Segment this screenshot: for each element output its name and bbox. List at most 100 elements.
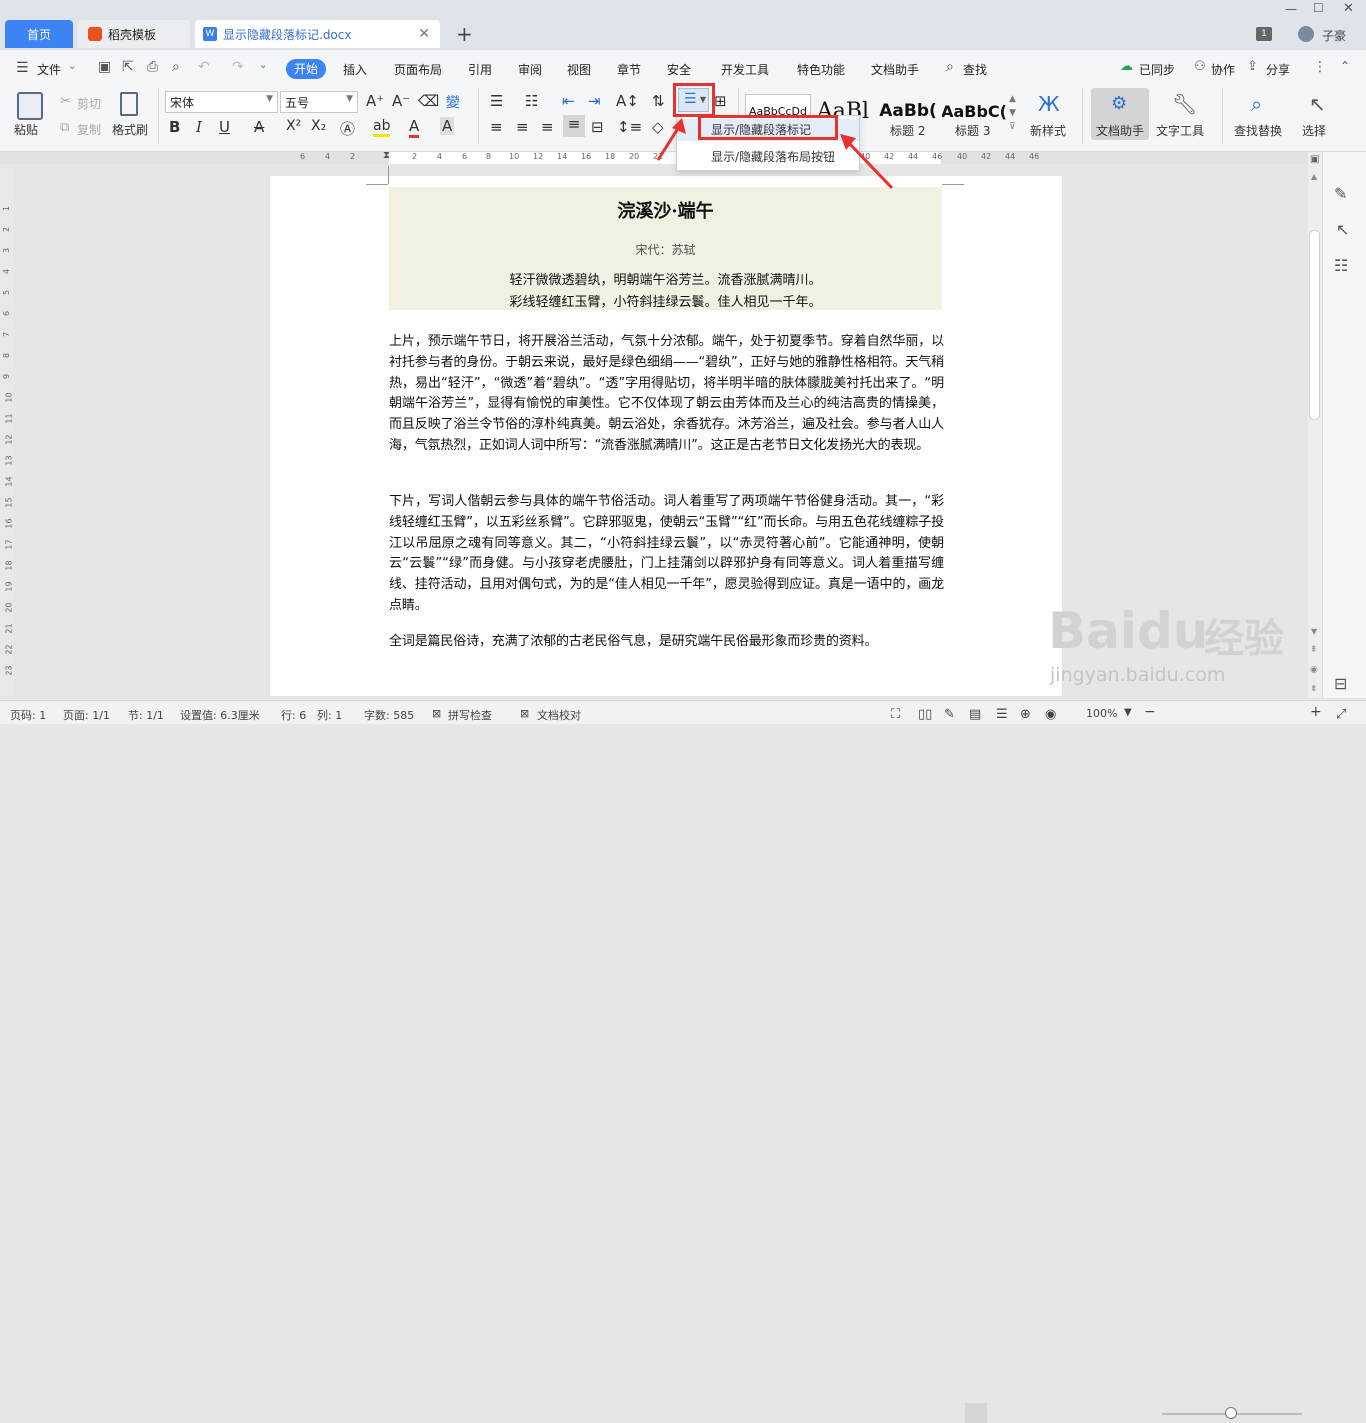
bullet-list-icon[interactable]: ☰ [490, 92, 503, 110]
user-name[interactable]: 子豪 [1322, 27, 1346, 44]
export-icon[interactable]: ⇱ [122, 59, 134, 75]
fit-window-icon[interactable]: ⤢ [1336, 707, 1346, 722]
menu-start[interactable]: 开始 [286, 59, 326, 79]
copy-button[interactable]: 复制 [77, 121, 101, 138]
fullscreen-icon[interactable]: ⛶ [891, 707, 900, 722]
cut-icon[interactable]: ✂ [60, 94, 71, 109]
save-icon[interactable]: ▣ [98, 59, 111, 75]
new-tab-button[interactable]: + [456, 22, 473, 46]
close-tab-icon[interactable]: ✕ [418, 26, 430, 42]
search-icon[interactable]: ⌕ [946, 59, 954, 75]
align-center-icon[interactable]: ≡ [516, 118, 529, 136]
spell-check-icon[interactable]: ⊠ [432, 707, 441, 720]
settings-sliders-icon[interactable]: ☷ [1334, 256, 1348, 275]
shrink-font-icon[interactable]: A⁻ [392, 92, 410, 110]
indent-marker[interactable]: ⧗ [383, 150, 390, 161]
undo-icon[interactable]: ↶ [198, 59, 210, 75]
zoom-in-icon[interactable]: + [1310, 704, 1322, 720]
grow-font-icon[interactable]: A⁺ [366, 92, 384, 110]
wrench-icon[interactable]: 🔧︎ [1172, 92, 1197, 116]
tab-document[interactable]: W 显示隐藏段落标记.docx ✕ [195, 20, 440, 48]
menu-search[interactable]: 查找 [963, 61, 987, 78]
minimize-icon[interactable]: — [1285, 2, 1297, 16]
web-view-icon[interactable]: ⊕ [1020, 707, 1031, 722]
subscript-icon[interactable]: X₂ [311, 118, 326, 134]
menu-page-layout[interactable]: 页面布局 [394, 61, 442, 78]
next-page-icon[interactable]: ⇟ [1310, 684, 1318, 694]
menu-file[interactable]: 文件 [37, 61, 61, 78]
menu-reference[interactable]: 引用 [468, 61, 492, 78]
select-button[interactable]: 选择 [1302, 122, 1326, 139]
prev-page-icon[interactable]: ⇞ [1310, 645, 1318, 655]
quick-access-more-icon[interactable]: ⌄ [259, 60, 267, 71]
underline-icon[interactable]: U [219, 118, 230, 136]
tab-home[interactable]: 首页 [5, 20, 73, 48]
cursor-select-icon[interactable]: ↖ [1336, 220, 1349, 239]
proofread-button[interactable]: 文档校对 [537, 707, 581, 723]
find-replace-icon[interactable]: ⌕ [1251, 92, 1262, 116]
select-cursor-icon[interactable]: ↖ [1309, 92, 1326, 116]
superscript-icon[interactable]: X² [286, 118, 301, 134]
status-word-count[interactable]: 字数: 585 [364, 707, 414, 723]
scroll-up-icon[interactable]: ▲ [1311, 172, 1317, 181]
paste-icon[interactable] [17, 92, 43, 120]
status-setting[interactable]: 设置值: 6.3厘米 [180, 707, 260, 723]
zoom-slider-handle[interactable] [1225, 1407, 1237, 1419]
close-window-icon[interactable]: ✕ [1343, 1, 1354, 16]
status-pages[interactable]: 页面: 1/1 [63, 707, 110, 723]
char-shading-icon[interactable]: A [440, 117, 455, 135]
menu-special-features[interactable]: 特色功能 [797, 61, 845, 78]
style-gallery-scroll[interactable]: ▲ ▼ ⊽ [1009, 92, 1016, 134]
more-vertical-icon[interactable]: ⋮ [1313, 59, 1327, 75]
increase-indent-icon[interactable]: ⇥ [588, 92, 601, 110]
eye-protection-icon[interactable]: ◉ [1045, 707, 1056, 722]
strikethrough-icon[interactable]: A [254, 118, 264, 136]
read-mode-icon[interactable]: ▯▯ [918, 707, 932, 722]
status-row[interactable]: 行: 6 [281, 707, 306, 723]
avatar[interactable] [1298, 26, 1314, 42]
zoom-dropdown-icon[interactable]: ▼ [1124, 707, 1132, 718]
cut-button[interactable]: 剪切 [77, 95, 101, 112]
highlight-icon[interactable]: ab [373, 118, 391, 137]
text-tools-button[interactable]: 文字工具 [1156, 122, 1204, 139]
zoom-level[interactable]: 100% [1086, 707, 1117, 720]
menu-doc-assistant[interactable]: 文档助手 [871, 61, 919, 78]
menu-developer[interactable]: 开发工具 [721, 61, 769, 78]
panel-layout-icon[interactable]: ⊟ [1334, 674, 1347, 693]
font-name-select[interactable]: 宋体 ▼ [165, 91, 278, 113]
menu-hamburger-icon[interactable]: ☰ [16, 60, 29, 76]
format-painter-icon[interactable] [120, 92, 138, 116]
zoom-out-icon[interactable]: − [1144, 704, 1156, 720]
align-right-icon[interactable]: ≡ [541, 118, 554, 136]
print-preview-icon[interactable]: ⌕ [172, 59, 180, 75]
sort-icon[interactable]: ⇅ [652, 92, 665, 110]
font-color-icon[interactable]: A [409, 117, 420, 138]
bold-icon[interactable]: B [169, 118, 180, 136]
collapse-ribbon-icon[interactable]: ⌃ [1340, 59, 1350, 73]
redo-icon[interactable]: ↷ [232, 59, 244, 75]
proofread-icon[interactable]: ⊠ [520, 707, 529, 720]
spell-check-button[interactable]: 拼写检查 [448, 707, 492, 723]
paste-button[interactable]: 粘贴 [14, 121, 38, 138]
menu-view[interactable]: 视图 [567, 61, 591, 78]
page-view-icon[interactable]: ▤ [969, 707, 981, 722]
distributed-icon[interactable]: ⊟ [591, 118, 604, 136]
status-col[interactable]: 列: 1 [317, 707, 342, 723]
new-style-icon[interactable]: Ж [1038, 92, 1060, 116]
chevron-down-icon[interactable]: ⌄ [68, 61, 76, 72]
pinyin-guide-icon[interactable]: 變 [446, 92, 460, 112]
scroll-down-icon[interactable]: ▼ [1311, 627, 1317, 636]
edit-mode-icon[interactable]: ✎ [944, 707, 955, 722]
edit-pen-icon[interactable]: ✎ [1334, 184, 1347, 203]
print-icon[interactable]: ⎙ [147, 59, 158, 75]
align-left-icon[interactable]: ≡ [490, 118, 503, 136]
clear-format-icon[interactable]: ⌫ [418, 92, 439, 110]
collab-button[interactable]: 协作 [1211, 61, 1235, 78]
table-border-icon[interactable]: ⊞ [714, 92, 727, 110]
scroll-top-icon[interactable]: ▣ [1310, 154, 1319, 165]
font-size-select[interactable]: 五号 ▼ [280, 91, 358, 113]
menu-chapter[interactable]: 章节 [617, 61, 641, 78]
status-section[interactable]: 节: 1/1 [128, 707, 164, 723]
maximize-icon[interactable]: ☐ [1313, 1, 1324, 15]
format-painter-button[interactable]: 格式刷 [112, 121, 148, 138]
